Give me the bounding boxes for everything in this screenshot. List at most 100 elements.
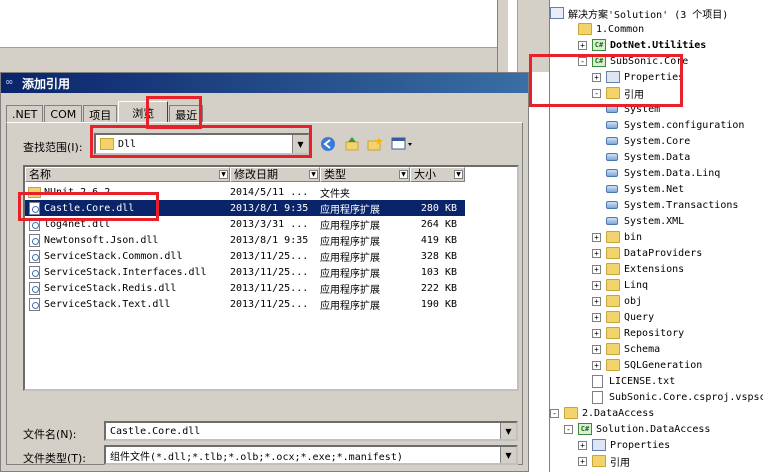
chevron-down-icon[interactable]: ▼ [454, 170, 463, 179]
collapse-icon[interactable]: - [592, 88, 601, 98]
column-type[interactable]: 类型 ▼ [320, 167, 410, 182]
tree-item[interactable]: System.Net [606, 181, 684, 197]
tree-item-label: Repository [624, 327, 685, 339]
tree-item[interactable]: + bin [592, 229, 642, 245]
filetype-select[interactable]: 组件文件(*.dll;*.tlb;*.olb;*.ocx;*.exe;*.man… [104, 445, 518, 465]
tree-item[interactable]: System [606, 101, 660, 117]
up-folder-icon[interactable] [343, 135, 361, 153]
file-list[interactable]: 名称 ▼ 修改日期 ▼ 类型 ▼ 大小 ▼ NUnit.2.6.2 2014/5/11 .… [23, 165, 519, 391]
reference-icon [606, 185, 618, 193]
look-in-combo[interactable]: Dll ▼ [94, 133, 310, 155]
expand-icon[interactable]: + [578, 40, 587, 50]
tree-item[interactable]: LICENSE.txt [592, 373, 675, 389]
dll-file-icon [29, 249, 40, 263]
file-row[interactable]: Newtonsoft.Json.dll 2013/8/1 9:35 应用程序扩展 41… [25, 232, 465, 248]
tree-item[interactable]: System.Transactions [606, 197, 738, 213]
tree-item[interactable]: + Linq [592, 277, 648, 293]
expand-icon[interactable]: + [578, 440, 587, 450]
expand-icon[interactable]: + [592, 280, 601, 290]
tree-item[interactable]: + obj [592, 293, 642, 309]
tree-item[interactable]: - 2.DataAccess [550, 405, 654, 421]
tree-item[interactable]: 1.Common [564, 21, 644, 37]
tab-net[interactable]: .NET [6, 105, 44, 123]
chevron-down-icon[interactable]: ▼ [500, 423, 516, 439]
splitter-inner [508, 0, 518, 72]
file-row[interactable]: ServiceStack.Redis.dll 2013/11/25... 应用程序扩… [25, 280, 465, 296]
view-menu-icon[interactable] [390, 135, 414, 153]
column-name[interactable]: 名称 ▼ [25, 167, 230, 182]
dll-file-icon [29, 201, 40, 215]
collapse-icon[interactable]: - [550, 408, 559, 418]
tree-item[interactable]: + Properties [578, 437, 670, 453]
column-date[interactable]: 修改日期 ▼ [230, 167, 320, 182]
tree-item[interactable]: System.Data [606, 149, 690, 165]
dialog-title: 添加引用 [22, 76, 71, 91]
chevron-down-icon[interactable]: ▼ [292, 135, 308, 153]
back-icon[interactable] [319, 135, 337, 153]
tree-root[interactable]: 解决方案'Solution' (3 个项目) [550, 5, 728, 21]
properties-icon [606, 71, 620, 83]
chevron-down-icon[interactable]: ▼ [399, 170, 408, 179]
file-date: 2013/3/31 ... [230, 218, 309, 230]
file-row[interactable]: Castle.Core.dll 2013/8/1 9:35 应用程序扩展 280 KB [25, 200, 465, 216]
column-date-label: 修改日期 [234, 168, 278, 181]
tree-item[interactable]: + Properties [592, 69, 684, 85]
dialog-titlebar[interactable]: ∞ 添加引用 [1, 73, 528, 93]
tree-item[interactable]: System.Data.Linq [606, 165, 720, 181]
filename-input[interactable]: Castle.Core.dll ▼ [104, 421, 518, 441]
tree-item[interactable]: - C# Solution.DataAccess [564, 421, 710, 437]
expand-icon[interactable]: + [592, 344, 601, 354]
tree-item[interactable]: SubSonic.Core.csproj.vspscc [592, 389, 763, 405]
file-name-cell: NUnit.2.6.2 [25, 186, 230, 198]
tab-browse[interactable]: 浏览 [118, 101, 169, 123]
tree-item-label: Linq [624, 279, 649, 291]
tab-recent[interactable]: 最近 [169, 105, 204, 123]
tree-item[interactable]: + Extensions [592, 261, 684, 277]
tree-item[interactable]: + DataProviders [592, 245, 702, 261]
file-row[interactable]: ServiceStack.Text.dll 2013/11/25... 应用程序扩展… [25, 296, 465, 312]
folder-icon [564, 407, 578, 419]
file-row[interactable]: ServiceStack.Common.dll 2013/11/25... 应用程序… [25, 248, 465, 264]
expand-icon[interactable]: + [592, 312, 601, 322]
collapse-icon[interactable]: - [578, 56, 587, 66]
tree-item[interactable]: + 引用 [578, 453, 630, 469]
file-size: 264 KB [420, 218, 457, 230]
file-row[interactable]: NUnit.2.6.2 2014/5/11 ... 文件夹 [25, 184, 465, 200]
collapse-icon[interactable]: - [564, 424, 573, 434]
file-row[interactable]: log4net.dll 2013/3/31 ... 应用程序扩展 264 KB [25, 216, 465, 232]
tab-projects[interactable]: 项目 [83, 105, 118, 123]
tree-item[interactable]: - C# SubSonic.Core [578, 53, 688, 69]
tree-item[interactable]: + Repository [592, 325, 684, 341]
expand-icon[interactable]: + [592, 296, 601, 306]
chevron-down-icon[interactable]: ▼ [309, 170, 318, 179]
tree-item[interactable]: + Schema [592, 341, 660, 357]
expand-icon[interactable]: + [592, 328, 601, 338]
column-size[interactable]: 大小 ▼ [410, 167, 465, 182]
expand-icon[interactable]: + [578, 456, 587, 466]
file-row[interactable]: ServiceStack.Interfaces.dll 2013/11/25...… [25, 264, 465, 280]
tree-item[interactable]: System.Core [606, 133, 690, 149]
tree-item-label: System.Data [624, 151, 691, 163]
tree-item[interactable]: - 引用 [592, 85, 644, 101]
file-name-cell: Castle.Core.dll [25, 201, 230, 215]
tree-item-label: obj [624, 295, 643, 307]
tree-item[interactable]: System.configuration [606, 117, 744, 133]
new-folder-icon[interactable] [366, 135, 384, 153]
tree-item-label: SubSonic.Core [610, 55, 689, 67]
tab-com-label: COM [50, 108, 77, 121]
tree-item[interactable]: + SQLGeneration [592, 357, 702, 373]
expand-icon[interactable]: + [592, 248, 601, 258]
chevron-down-icon[interactable]: ▼ [500, 447, 516, 463]
file-name-cell: ServiceStack.Text.dll [25, 297, 230, 311]
expand-icon[interactable]: + [592, 232, 601, 242]
tree-item[interactable]: System.XML [606, 213, 684, 229]
expand-icon[interactable]: + [592, 360, 601, 370]
chevron-down-icon[interactable]: ▼ [219, 170, 228, 179]
expand-icon[interactable]: + [592, 72, 601, 82]
file-date: 2013/11/25... [230, 298, 309, 310]
tree-item[interactable]: + Query [592, 309, 654, 325]
expand-icon[interactable]: + [592, 264, 601, 274]
tree-item[interactable]: + C# DotNet.Utilities [578, 37, 706, 53]
tab-com[interactable]: COM [44, 105, 83, 123]
dll-file-icon [29, 265, 40, 279]
